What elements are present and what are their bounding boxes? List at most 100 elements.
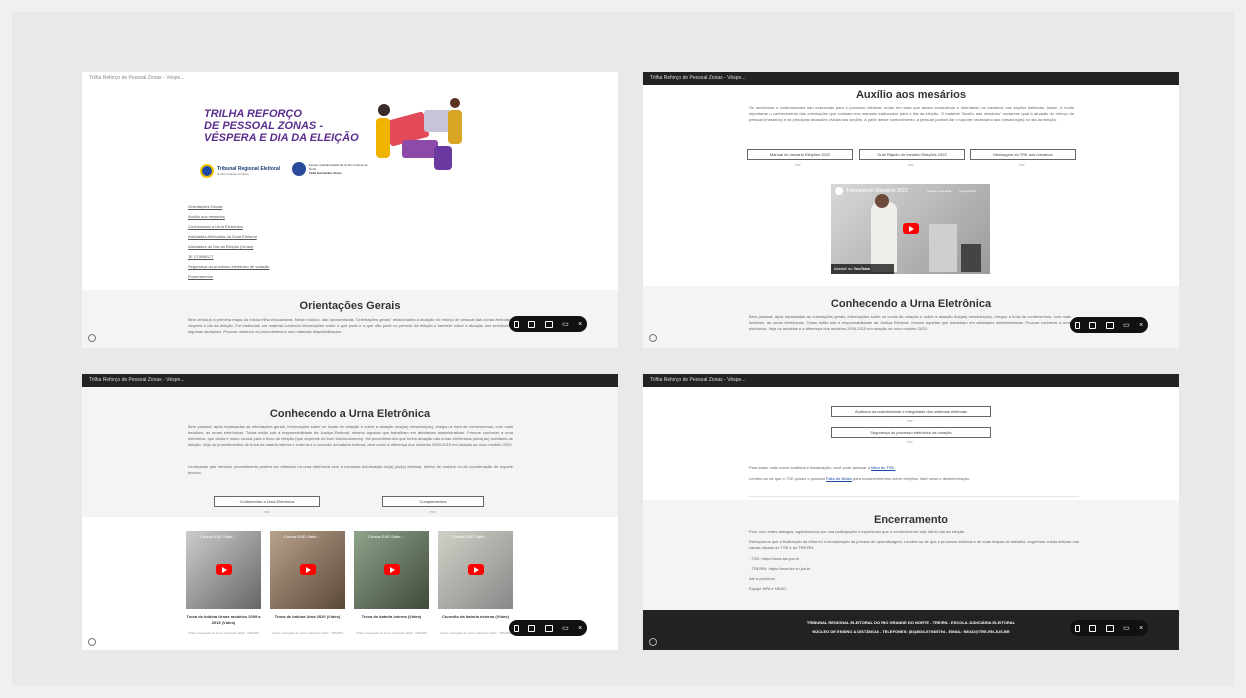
link-auxilio-mesarios[interactable]: Auxílio aos mesários [188,212,269,222]
manual-mesario-button[interactable]: Manual do mesário Eleições 2022 [747,149,853,160]
comment-icon[interactable]: ▭ [1123,321,1130,329]
tre-logo: Tribunal Regional Eleitoral do Rio Grand… [200,164,280,178]
window-title-bar: Trilha Reforço de Pessoal Zonas - Véspe.… [643,374,1179,387]
tablet-view-icon[interactable] [528,624,536,632]
mensagem-mesarios-button[interactable]: Mensagem do TRE aos mesários [970,149,1076,160]
guia-rapido-button[interactable]: Guia Rápido do mesário Eleições 2022 [859,149,965,160]
pdf-label: PDF [1019,163,1025,167]
window-title-bar: Trilha Reforço de Pessoal Zonas - Véspe.… [82,72,618,85]
phone-view-icon[interactable] [1074,624,1080,632]
link-atividades-dia-eleicao[interactable]: Atividades do Dia da Eleição (Urnas) [188,242,269,252]
trilha-tse-link[interactable]: trilha do TSE. [871,465,895,470]
play-icon[interactable] [383,564,400,575]
video-caption: Troca de bateria interna (Vídeo) [361,614,422,619]
tablet-view-icon[interactable] [1089,624,1097,632]
window-title-bar: Trilha Reforço de Pessoal Zonas - Véspe.… [82,374,618,387]
comment-icon[interactable]: ▭ [562,624,569,632]
settings-icon[interactable] [649,638,657,646]
closing-line: Equipe NPA e NEAD. [749,586,787,591]
section-title: Encerramento [874,514,948,526]
video-player[interactable]: Treinamento Mesários 2022 Assistir mais … [831,184,990,274]
closing-line: - TRE/RN: https://www.tre-rn.jus.br [749,566,811,571]
section-text: Bem-vindo(a) à primeira etapa da nossa t… [188,317,518,334]
screenshot-panel-3: Trilha Reforço de Pessoal Zonas - Véspe.… [82,374,618,650]
video-thumb-3[interactable]: Cursos EAD Sabe... [354,531,429,609]
video-thumb-1[interactable]: Cursos EAD Sabe... [186,531,261,609]
screenshot-panel-4: Trilha Reforço de Pessoal Zonas - Véspe.… [643,374,1179,650]
play-icon[interactable] [467,564,484,575]
eje-logo: Escola Judiciária Eleitoral do Rio Grand… [292,162,369,176]
desktop-view-icon[interactable] [544,320,553,328]
play-icon[interactable] [902,223,919,234]
watch-later-label[interactable]: Assistir mais tarde [927,189,952,193]
preview-toolbar: ▭ × [1070,317,1148,333]
closing-line: - TSE: https://www.tse.jus.br [749,556,800,561]
phone-view-icon[interactable] [513,320,519,328]
video-subcaption: (Vídeo carregado do curso publicado 2022… [271,631,344,635]
desktop-view-icon[interactable] [1105,321,1114,329]
preview-toolbar: ▭ × [509,620,587,636]
preview-toolbar: ▭ × [1070,620,1148,636]
section-title: Conhecendo a Urna Eletrônica [269,408,431,420]
phone-view-icon[interactable] [513,624,519,632]
tablet-view-icon[interactable] [528,320,536,328]
settings-icon[interactable] [88,638,96,646]
window-title-bar: Trilha Reforço de Pessoal Zonas - Véspe.… [643,72,1179,85]
video-caption: Troca de bobina Urnas modelos 2009 a 201… [186,614,261,625]
section-text: Os servidores e colaboradores são essenc… [749,105,1074,122]
play-icon[interactable] [215,564,232,575]
watch-on-youtube[interactable]: Assistir no YouTube [831,264,894,274]
seguranca-button[interactable]: Segurança do processo eletrônico de vota… [831,427,991,438]
auditoria-button[interactable]: Auditoria da autenticidade e integridade… [831,406,991,417]
close-icon[interactable]: × [578,321,582,328]
section-title: Orientações Gerais [299,300,401,312]
divider [749,496,1079,497]
close-icon[interactable]: × [578,625,582,632]
pdf-label: PDF [795,163,801,167]
desktop-view-icon[interactable] [1105,624,1114,632]
comment-icon[interactable]: ▭ [562,320,569,328]
link-encerramento[interactable]: Encerramento [188,272,269,282]
link-je-connect[interactable]: JE CONNECT [188,252,269,262]
link-atividades-zona[interactable]: Atividades Atribuídas da Zona Eleitoral [188,232,269,242]
pdf-label: PDF [907,419,913,423]
video-subcaption: (Vídeo carregado do curso publicado 2022… [187,631,260,635]
complementos-button[interactable]: Complementos [382,496,484,507]
conhecendo-urna-button[interactable]: Conhecendo a Urna Eletrônica [214,496,320,507]
next-section-text: Bem pessoal, após repassadas as orientaç… [749,314,1071,331]
play-icon[interactable] [299,564,316,575]
tablet-view-icon[interactable] [1089,321,1097,329]
phone-view-icon[interactable] [1074,321,1080,329]
share-label[interactable]: Compartilhar [959,189,976,193]
video-title: Treinamento Mesários 2022 [846,188,909,194]
falta-de-boato-link[interactable]: Falta de Boato [826,476,852,481]
link-conhecendo-urna[interactable]: Conhecendo a Urna Eletrônica [188,222,269,232]
settings-icon[interactable] [649,334,657,342]
hero-title: TRILHA REFORÇO DE PESSOAL ZONAS - VÉSPER… [204,108,359,144]
section-title: Auxílio aos mesários [855,89,967,101]
video-thumb-4[interactable]: Cursos EAD Sabe... [438,531,513,609]
pdf-label: PDF [908,163,914,167]
video-subcaption: (Vídeo carregado do curso publicado 2022… [439,631,512,635]
link-orientacoes-gerais[interactable]: Orientações Gerais [188,202,269,212]
close-icon[interactable]: × [1139,625,1143,632]
comment-icon[interactable]: ▭ [1123,624,1130,632]
presentation-canvas: Trilha Reforço de Pessoal Zonas - Véspe.… [12,12,1234,686]
channel-avatar [835,187,843,195]
youtube-logo: YouTube [853,266,871,271]
section-text: Bem pessoal, após repassadas as orientaç… [188,424,513,447]
hero-illustration [372,94,472,178]
video-caption: Troca de bobina Urna 2020 (Vídeo) [274,614,341,619]
closing-line: Reforçamos que a finalização da trilha f… [749,539,1079,550]
video-subcaption: (Vídeo carregado do curso publicado 2022… [355,631,428,635]
next-section-title: Conhecendo a Urna Eletrônica [830,298,992,310]
auditoria-text: Para saber mais sobre auditoria e fiscal… [749,465,896,470]
pdf-label: PDF [264,510,270,514]
pdf-label: PDF [907,440,913,444]
video-thumb-2[interactable]: Cursos EAD Sabe... [270,531,345,609]
link-seguranca[interactable]: Segurança do processo eletrônico de vota… [188,262,269,272]
desktop-view-icon[interactable] [544,624,553,632]
close-icon[interactable]: × [1139,322,1143,329]
settings-icon[interactable] [88,334,96,342]
closing-line: Pois, com estes diálogos, agradecemos po… [749,529,966,534]
